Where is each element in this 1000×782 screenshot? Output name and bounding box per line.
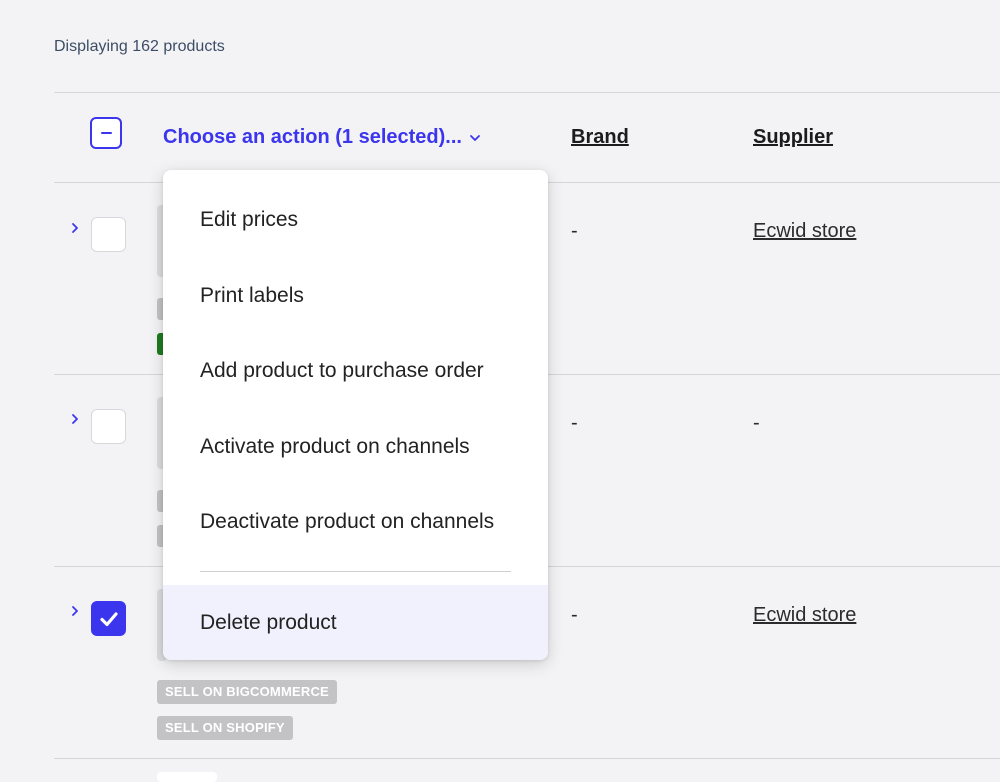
bulk-action-label: Choose an action (1 selected)... [163, 126, 462, 148]
menu-item-print-labels[interactable]: Print labels [163, 258, 548, 333]
chevron-down-icon [470, 134, 480, 141]
bulk-action-menu: Edit prices Print labels Add product to … [163, 170, 548, 660]
menu-item-deactivate-on-channels[interactable]: Deactivate product on channels [163, 484, 548, 559]
row-checkbox-checked[interactable] [91, 601, 126, 636]
row-checkbox[interactable] [91, 409, 126, 444]
menu-divider [200, 571, 511, 572]
products-summary: Displaying 162 products [54, 38, 225, 55]
menu-item-delete-product[interactable]: Delete product [163, 585, 548, 660]
supplier-link[interactable]: Ecwid store [753, 220, 856, 243]
product-thumbnail [157, 772, 217, 782]
supplier-link[interactable]: Ecwid store [753, 604, 856, 627]
chevron-right-icon[interactable] [68, 221, 82, 235]
minus-icon [100, 132, 112, 134]
menu-item-edit-prices[interactable]: Edit prices [163, 182, 548, 257]
brand-cell: - [571, 604, 578, 626]
channel-badge-bigcommerce: SELL ON BIGCOMMERCE [157, 680, 337, 704]
table-top-divider [54, 92, 1000, 93]
menu-item-activate-on-channels[interactable]: Activate product on channels [163, 409, 548, 484]
brand-cell: - [571, 220, 578, 242]
row-divider [54, 758, 1000, 759]
select-all-checkbox[interactable] [90, 117, 122, 149]
chevron-right-icon[interactable] [68, 604, 82, 618]
bulk-action-dropdown[interactable]: Choose an action (1 selected)... [163, 126, 482, 149]
channel-badge-shopify: SELL ON SHOPIFY [157, 716, 293, 740]
menu-item-add-to-purchase-order[interactable]: Add product to purchase order [163, 333, 548, 408]
brand-cell: - [571, 412, 578, 434]
row-checkbox[interactable] [91, 217, 126, 252]
checkmark-icon [99, 611, 118, 626]
supplier-cell: - [753, 412, 760, 434]
column-header-supplier[interactable]: Supplier [753, 126, 833, 149]
chevron-right-icon[interactable] [68, 412, 82, 426]
column-header-brand[interactable]: Brand [571, 126, 629, 149]
